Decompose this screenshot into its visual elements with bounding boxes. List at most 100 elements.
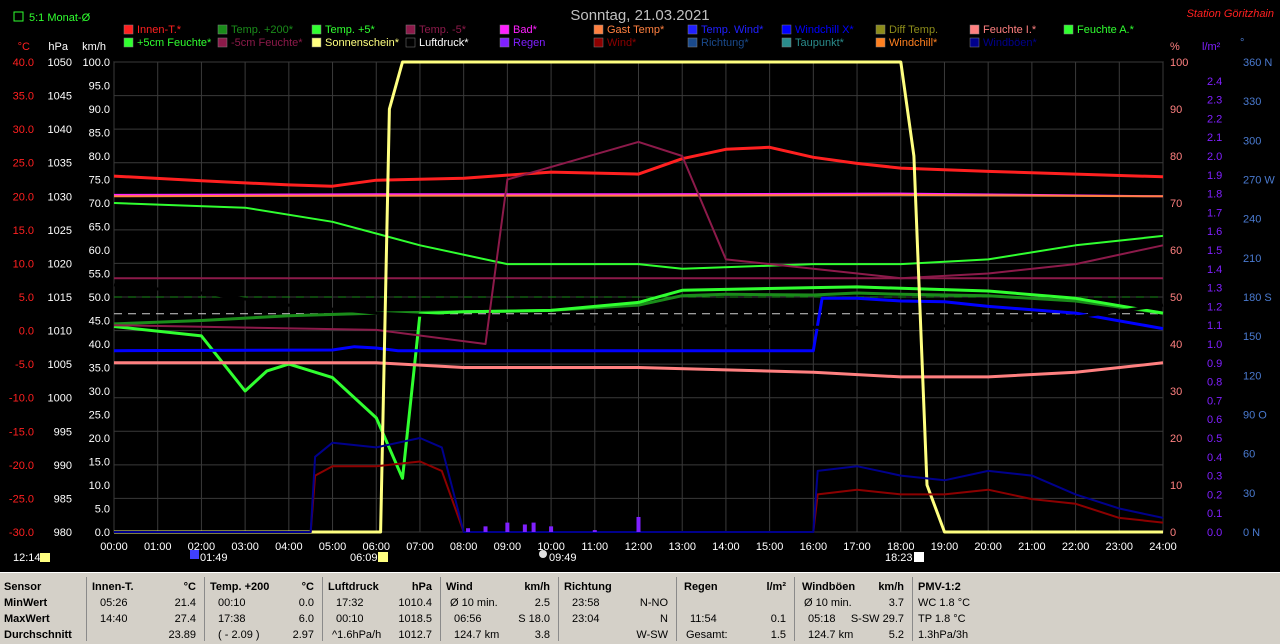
legend-swatch: [969, 37, 980, 48]
rain-unit: l/m²: [1202, 41, 1221, 53]
stats-temp200-unit: °C: [301, 581, 314, 593]
stats-max-label: MaxWert: [4, 613, 50, 625]
stats-windboeen-max-value: S-SW 29.7: [850, 613, 904, 625]
stats-innen-avg-value: 23.89: [168, 629, 196, 641]
rain-tick: 1.0: [1207, 339, 1222, 351]
hpa-tick: 1050: [48, 57, 72, 69]
direction-tick: 210: [1243, 253, 1261, 265]
legend-swatch: [1063, 24, 1074, 35]
stats-regen-column: Regen l/m² 11:54 0.1 Gesamt: 1.5: [678, 577, 795, 641]
legend-label: Taupunkt*: [795, 37, 845, 49]
moonset-time: 09:49: [549, 552, 577, 564]
legend-label: Richtung*: [701, 37, 749, 49]
rain-tick: 1.6: [1207, 226, 1222, 238]
kmh-tick: 5.0: [95, 504, 110, 516]
kmh-tick: 25.0: [89, 410, 110, 422]
stats-regen-title: Regen: [684, 581, 718, 593]
rain-tick: 1.9: [1207, 170, 1222, 182]
legend-swatch: [781, 24, 792, 35]
legend-swatch: [311, 37, 322, 48]
stats-wind-avg-value: 3.8: [534, 629, 550, 641]
kmh-tick: 15.0: [89, 457, 110, 469]
rain-tick: 2.3: [1207, 95, 1222, 107]
time-tick: 23:00: [1106, 541, 1134, 553]
rain-tick: 0.6: [1207, 414, 1222, 426]
rain-tick: 2.0: [1207, 151, 1222, 163]
hpa-tick: 1030: [48, 191, 72, 203]
hpa-tick: 1000: [48, 393, 72, 405]
stats-richtung-avg-value: W-SW: [636, 629, 668, 641]
stats-regen-unit: l/m²: [766, 581, 786, 593]
time-tick: 03:00: [231, 541, 259, 553]
time-tick: 13:00: [668, 541, 696, 553]
celsius-tick: 20.0: [13, 191, 34, 203]
celsius-tick: 0.0: [19, 326, 34, 338]
legend-label: Bad*: [513, 24, 538, 36]
station-name: Station Göritzhain: [1187, 8, 1274, 20]
legend-swatch: [499, 37, 510, 48]
celsius-tick: -25.0: [9, 493, 34, 505]
legend-swatch: [593, 24, 604, 35]
kmh-tick: 40.0: [89, 339, 110, 351]
rain-bar: [592, 530, 597, 532]
legend-swatch: [687, 37, 698, 48]
celsius-tick: 40.0: [13, 57, 34, 69]
stats-luftdruck-title: Luftdruck: [328, 581, 379, 593]
legend-label: Temp. +5*: [325, 24, 376, 36]
celsius-tick: 5.0: [19, 292, 34, 304]
legend-swatch: [123, 37, 134, 48]
hpa-unit: hPa: [48, 41, 68, 53]
rain-tick: 0.4: [1207, 452, 1222, 464]
direction-tick: 150: [1243, 331, 1261, 343]
stats-wind-avg10-value: 2.5: [534, 597, 550, 609]
time-tick: 08:00: [450, 541, 478, 553]
legend-label: Feuchte I.*: [983, 24, 1037, 36]
legend-label: +5cm Feuchte*: [137, 37, 212, 49]
kmh-tick: 55.0: [89, 269, 110, 281]
hpa-tick: 985: [54, 493, 72, 505]
percent-tick: 10: [1170, 480, 1182, 492]
rain-bar: [505, 522, 510, 532]
rain-bar: [483, 526, 488, 532]
legend-swatch: [499, 24, 510, 35]
celsius-tick: -15.0: [9, 426, 34, 438]
legend-swatch: [875, 24, 886, 35]
rain-tick: 1.4: [1207, 264, 1222, 276]
rain-tick: 0.3: [1207, 471, 1222, 483]
period-label[interactable]: 5:1 Monat-Ø: [29, 12, 91, 24]
rain-bar: [466, 528, 471, 532]
rain-tick: 0.2: [1207, 489, 1222, 501]
legend-swatch: [217, 37, 228, 48]
kmh-tick: 95.0: [89, 81, 110, 93]
kmh-tick: 65.0: [89, 222, 110, 234]
sunset-icon: [914, 552, 924, 562]
stats-regen-max-value: 0.1: [770, 613, 786, 625]
stats-windboeen-unit: km/h: [878, 581, 904, 593]
moonrise-icon: [190, 550, 199, 559]
celsius-tick: 35.0: [13, 91, 34, 103]
hpa-tick: 1010: [48, 326, 72, 338]
legend-swatch: [781, 37, 792, 48]
stats-wind-title: Wind: [446, 581, 473, 593]
rain-tick: 1.8: [1207, 189, 1222, 201]
legend-swatch: [687, 24, 698, 35]
stats-richtung-min-time: 23:58: [572, 597, 600, 609]
hpa-tick: 1025: [48, 225, 72, 237]
moonrise-time: 01:49: [200, 552, 228, 564]
stats-windboeen-distance: 124.7 km: [808, 629, 854, 641]
percent-tick: 60: [1170, 245, 1182, 257]
time-tick: 17:00: [843, 541, 871, 553]
chart-background: [0, 0, 1280, 572]
celsius-tick: 25.0: [13, 158, 34, 170]
sunrise-icon: [378, 552, 388, 562]
rain-tick: 0.0: [1207, 527, 1222, 539]
stats-innen-max-value: 27.4: [174, 613, 196, 625]
rain-tick: 2.2: [1207, 113, 1222, 125]
stats-wind-column: Wind km/h Ø 10 min. 2.5 06:56 S 18.0 124.7 …: [442, 577, 559, 641]
kmh-tick: 0.0: [95, 527, 110, 539]
legend-label: Wind*: [607, 37, 637, 49]
direction-tick: 90 O: [1243, 410, 1267, 422]
stats-richtung-title: Richtung: [564, 581, 612, 593]
time-tick: 24:00: [1149, 541, 1177, 553]
stats-sensor-title: Sensor: [4, 581, 42, 593]
